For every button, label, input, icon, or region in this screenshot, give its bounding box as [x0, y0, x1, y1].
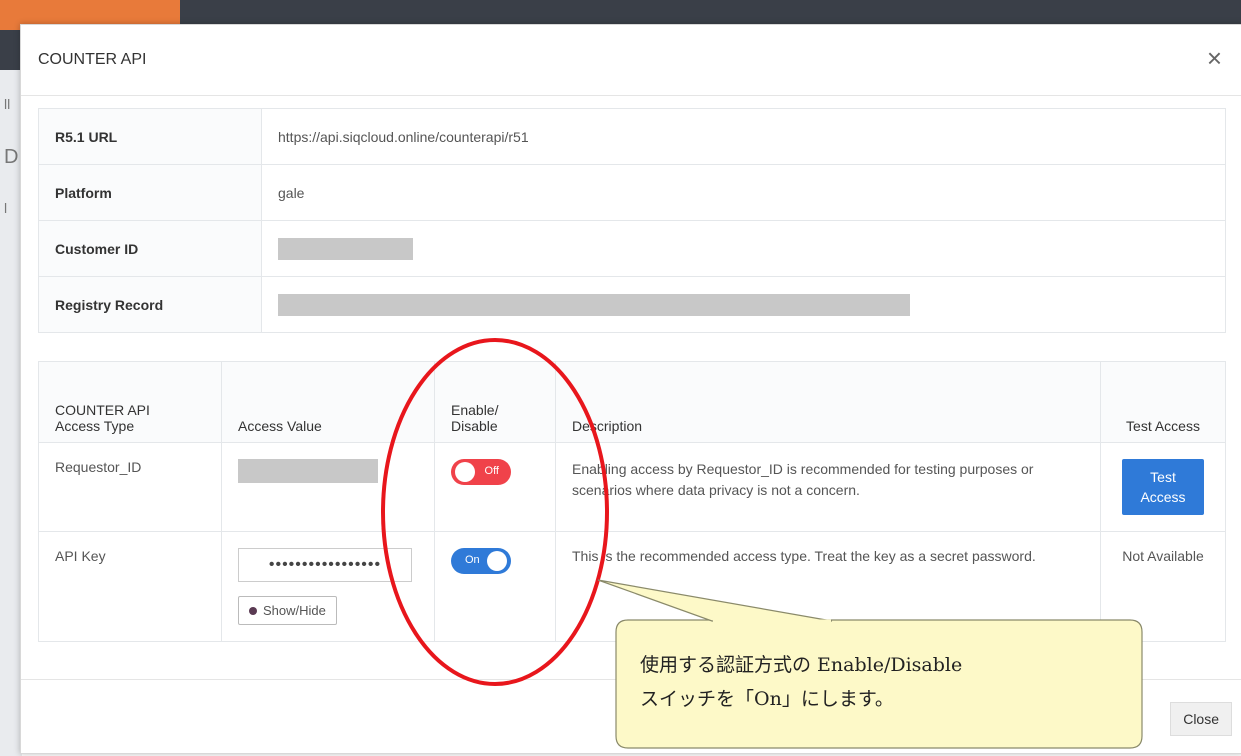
close-button[interactable]: Close	[1170, 702, 1232, 736]
annotation-text: 使用する認証方式の Enable/Disable スイッチを「On」にします。	[640, 648, 1140, 716]
toggle-label: On	[465, 554, 480, 566]
counter-api-modal: COUNTER API × R5.1 URL https://api.siqcl…	[20, 24, 1241, 754]
customer-id-label: Customer ID	[38, 220, 262, 277]
registry-record-redacted	[278, 293, 910, 316]
background-fragment: l	[4, 200, 8, 216]
table-row: Requestor_ID Off Enabling access by Requ…	[38, 442, 1226, 532]
registry-record-label: Registry Record	[38, 276, 262, 333]
access-type-table: COUNTER API Access Type Access Value Ena…	[38, 361, 1226, 642]
r51-url-label: R5.1 URL	[38, 108, 262, 165]
eye-icon	[249, 606, 257, 615]
requestor-id-type: Requestor_ID	[38, 442, 222, 532]
api-key-type: API Key	[38, 531, 222, 642]
toggle-label: Off	[484, 465, 499, 477]
api-key-field[interactable]: •••••••••••••••••	[238, 548, 412, 582]
table-row: R5.1 URL https://api.siqcloud.online/cou…	[38, 108, 1226, 165]
customer-id-redacted	[278, 237, 413, 260]
test-access-button[interactable]: Test Access	[1122, 459, 1204, 515]
modal-header: COUNTER API ×	[21, 25, 1241, 96]
annotation-line-1: 使用する認証方式の Enable/Disable	[640, 654, 963, 676]
api-key-toggle[interactable]: On	[451, 548, 511, 574]
toggle-knob	[487, 551, 507, 571]
toggle-knob	[455, 462, 475, 482]
close-icon[interactable]: ×	[1207, 45, 1222, 71]
api-key-test-status: Not Available	[1100, 531, 1226, 642]
show-hide-label: Show/Hide	[263, 603, 326, 618]
modal-title: COUNTER API	[38, 51, 147, 68]
header-test-access: Test Access	[1100, 361, 1226, 443]
table-header-row: COUNTER API Access Type Access Value Ena…	[38, 361, 1226, 443]
requestor-id-description: Enabling access by Requestor_ID is recom…	[555, 442, 1101, 532]
header-enable-disable: Enable/ Disable	[434, 361, 556, 443]
table-row: Platform gale	[38, 164, 1226, 221]
header-access-type: COUNTER API Access Type	[38, 361, 222, 443]
background-app-sidebar: ll D l	[0, 70, 22, 756]
table-row: API Key ••••••••••••••••• Show/Hide On T…	[38, 531, 1226, 642]
background-fragment: D	[4, 146, 19, 168]
r51-url-value: https://api.siqcloud.online/counterapi/r…	[261, 108, 1226, 165]
table-row: Registry Record	[38, 276, 1226, 333]
header-description: Description	[555, 361, 1101, 443]
platform-value: gale	[261, 164, 1226, 221]
api-key-description: This is the recommended access type. Tre…	[555, 531, 1101, 642]
header-access-value: Access Value	[221, 361, 435, 443]
api-info-table: R5.1 URL https://api.siqcloud.online/cou…	[38, 108, 1226, 333]
background-fragment: ll	[4, 96, 11, 112]
table-row: Customer ID	[38, 220, 1226, 277]
annotation-line-2: スイッチを「On」にします。	[640, 688, 894, 710]
platform-label: Platform	[38, 164, 262, 221]
requestor-id-toggle[interactable]: Off	[451, 459, 511, 485]
requestor-id-redacted	[238, 459, 378, 483]
show-hide-button[interactable]: Show/Hide	[238, 596, 337, 625]
